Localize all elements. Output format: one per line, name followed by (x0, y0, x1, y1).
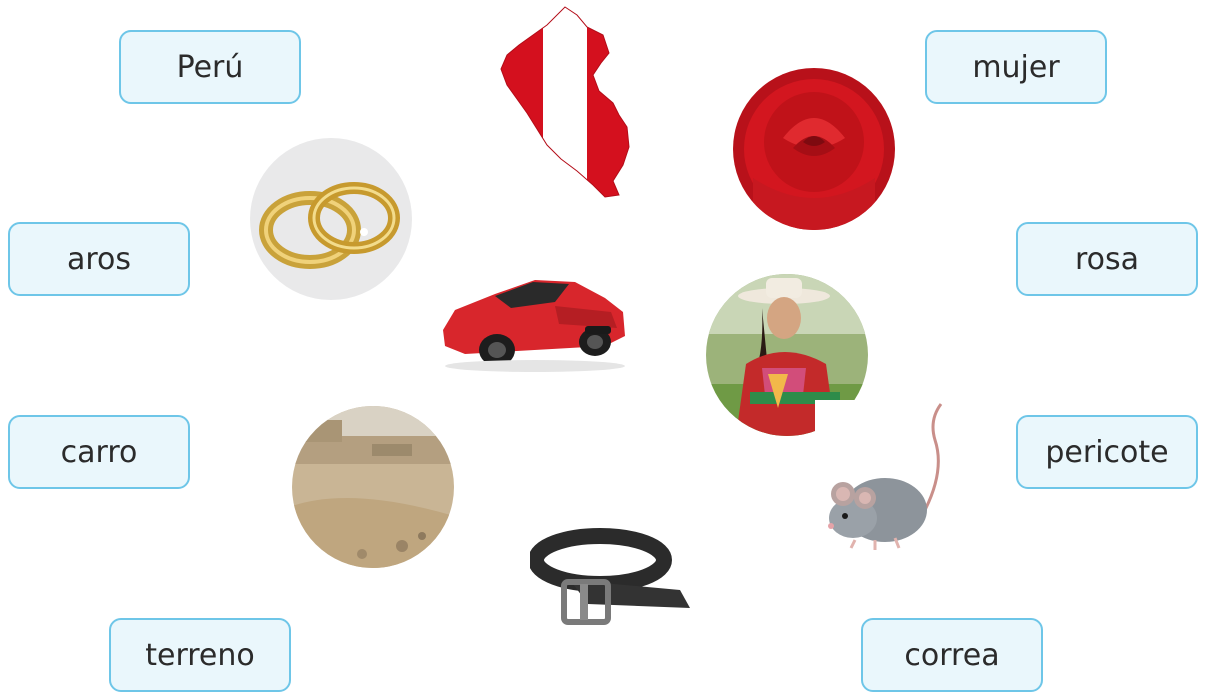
word-carro: carro (60, 434, 138, 470)
word-pericote: pericote (1045, 434, 1169, 470)
word-box-mujer[interactable]: mujer (925, 30, 1107, 104)
dirt-lot-picture[interactable] (292, 406, 454, 568)
word-correa: correa (904, 637, 1000, 673)
word-box-correa[interactable]: correa (861, 618, 1043, 692)
leather-belt-picture[interactable] (530, 520, 695, 635)
peru-map-flag-picture[interactable] (495, 5, 645, 200)
word-box-pericote[interactable]: pericote (1016, 415, 1198, 489)
word-peru: Perú (176, 49, 244, 85)
word-rosa: rosa (1074, 241, 1140, 277)
word-mujer: mujer (972, 49, 1060, 85)
word-box-aros[interactable]: aros (8, 222, 190, 296)
word-box-carro[interactable]: carro (8, 415, 190, 489)
red-sports-car-picture[interactable] (435, 250, 630, 390)
red-rose-picture[interactable] (733, 68, 895, 230)
word-box-rosa[interactable]: rosa (1016, 222, 1198, 296)
gray-mouse-picture[interactable] (815, 400, 955, 560)
word-terreno: terreno (145, 637, 255, 673)
gold-rings-picture[interactable] (250, 138, 412, 300)
word-box-terreno[interactable]: terreno (109, 618, 291, 692)
word-box-peru[interactable]: Perú (119, 30, 301, 104)
word-aros: aros (66, 241, 132, 277)
